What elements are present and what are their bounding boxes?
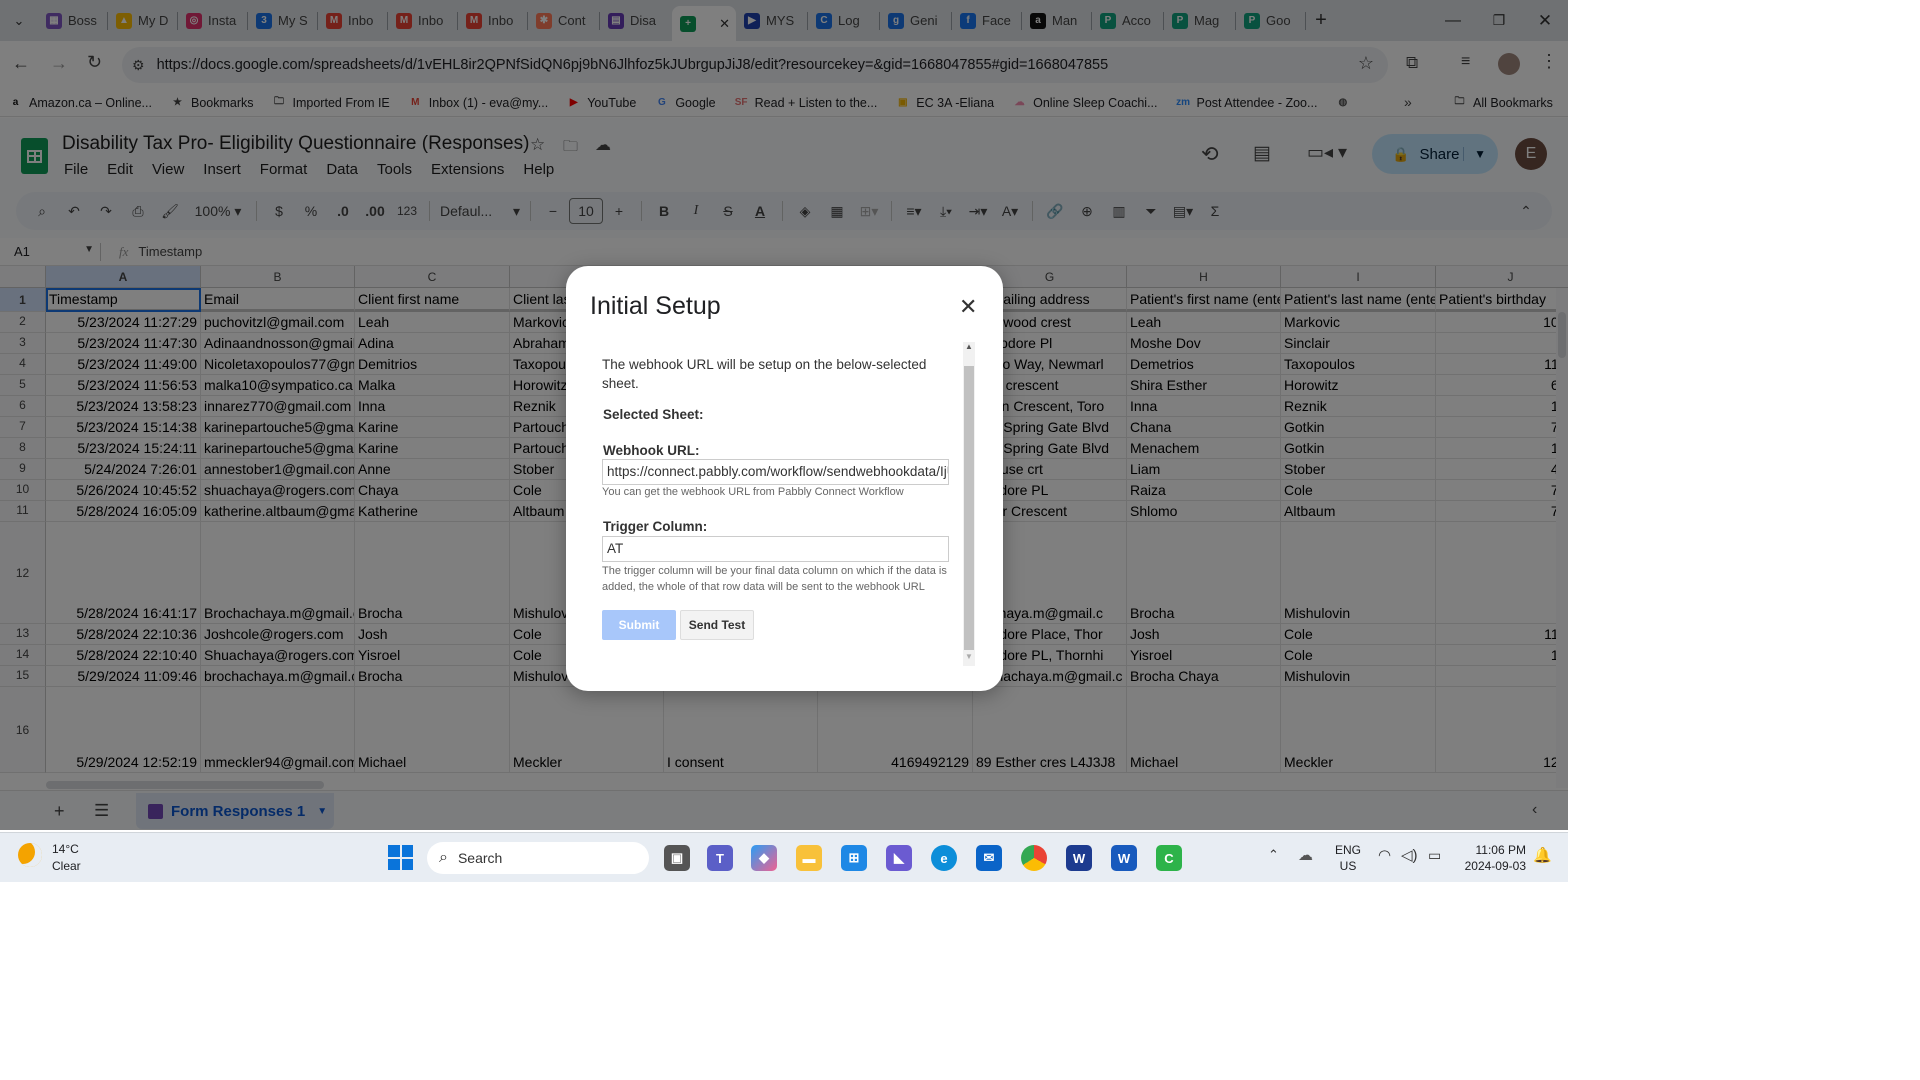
weather-condition[interactable]: Clear bbox=[52, 859, 81, 873]
search-placeholder: Search bbox=[457, 850, 503, 866]
language-indicator[interactable]: ENG US bbox=[1335, 842, 1361, 874]
trigger-label: Trigger Column: bbox=[603, 519, 708, 534]
scroll-down-icon[interactable]: ▼ bbox=[965, 652, 973, 661]
file-explorer-icon[interactable]: ▬ bbox=[796, 845, 822, 871]
mail-icon[interactable]: ✉ bbox=[976, 845, 1002, 871]
battery-icon[interactable]: ▭ bbox=[1428, 847, 1441, 864]
windows-taskbar: 14°C Clear ⌕ Search ▣ T ◆ ▬ ⊞ ◣ e ✉ W W … bbox=[0, 832, 1568, 882]
language-code: ENG bbox=[1335, 843, 1362, 857]
dialog-scrollbar[interactable]: ▲ ▼ bbox=[963, 342, 975, 666]
edge-icon[interactable]: e bbox=[931, 845, 957, 871]
scroll-up-icon[interactable]: ▲ bbox=[965, 342, 973, 351]
dialog-body: The webhook URL will be setup on the bel… bbox=[602, 342, 950, 666]
dialog-intro: The webhook URL will be setup on the bel… bbox=[602, 357, 927, 391]
webhook-url-input[interactable]: https://connect.pabbly.com/workflow/send… bbox=[602, 459, 949, 485]
onedrive-icon[interactable]: ☁ bbox=[1298, 846, 1313, 864]
scroll-thumb[interactable] bbox=[964, 366, 974, 650]
show-hidden-icons[interactable]: ⌃ bbox=[1268, 847, 1279, 863]
region-code: US bbox=[1339, 859, 1357, 873]
taskbar-search[interactable]: ⌕ Search bbox=[427, 842, 649, 874]
camtasia-icon[interactable]: C bbox=[1156, 845, 1182, 871]
copilot-icon[interactable]: ◆ bbox=[751, 845, 777, 871]
selected-sheet-label: Selected Sheet: bbox=[603, 407, 704, 422]
search-icon: ⌕ bbox=[439, 849, 448, 866]
store-icon[interactable]: ⊞ bbox=[841, 845, 867, 871]
trigger-column-input[interactable]: AT bbox=[602, 536, 949, 562]
clock[interactable]: 11:06 PM 2024-09-03 bbox=[1456, 842, 1526, 874]
app-icon[interactable]: ◣ bbox=[886, 845, 912, 871]
clock-time: 11:06 PM bbox=[1475, 843, 1526, 857]
submit-button[interactable]: Submit bbox=[602, 610, 676, 640]
teams-icon[interactable]: T bbox=[707, 845, 733, 871]
webhook-help: You can get the webhook URL from Pabbly … bbox=[602, 486, 904, 498]
initial-setup-dialog: Initial Setup ✕ The webhook URL will be … bbox=[566, 266, 1003, 691]
chrome-icon[interactable] bbox=[1021, 845, 1047, 871]
notifications-icon[interactable]: 🔔 bbox=[1533, 846, 1552, 864]
dialog-title: Initial Setup bbox=[590, 292, 721, 320]
close-icon[interactable]: ✕ bbox=[959, 294, 977, 320]
start-button[interactable] bbox=[388, 845, 413, 870]
word-icon[interactable]: W bbox=[1111, 845, 1137, 871]
task-view-icon[interactable]: ▣ bbox=[664, 845, 690, 871]
send-test-button[interactable]: Send Test bbox=[680, 610, 754, 640]
webhook-label: Webhook URL: bbox=[603, 443, 700, 458]
clock-date: 2024-09-03 bbox=[1464, 859, 1526, 873]
trigger-help: The trigger column will be your final da… bbox=[602, 565, 947, 593]
wifi-icon[interactable]: ◠ bbox=[1378, 846, 1391, 864]
volume-icon[interactable]: ◁) bbox=[1401, 846, 1418, 864]
weather-icon[interactable] bbox=[18, 843, 42, 867]
wacom-icon[interactable]: W bbox=[1066, 845, 1092, 871]
weather-temperature[interactable]: 14°C bbox=[52, 842, 79, 856]
